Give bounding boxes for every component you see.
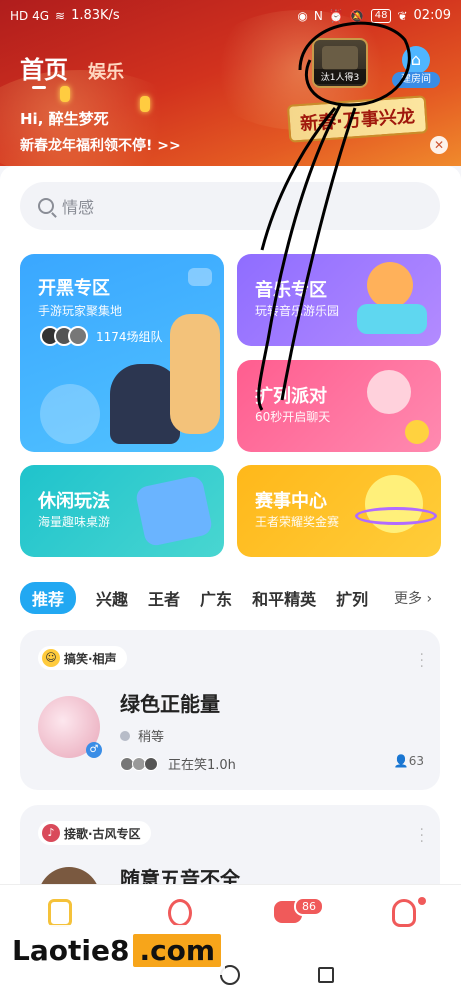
header-banner: HD 4G ≋ 1.83K/s ◉ N ⏰ 🔕 48 ❦ 02:09 首页 娱乐…	[0, 0, 461, 166]
online-count: 👤63	[394, 754, 424, 768]
promo-link[interactable]: 新春龙年福利领不停! >>	[20, 135, 181, 155]
zone-title: 休闲玩法	[38, 491, 110, 512]
avatar	[144, 756, 158, 771]
room-card[interactable]: ☺ 搞笑·相声 · · · ♂ 绿色正能量 稍等 正在笑1.0h 👤63	[20, 630, 440, 790]
lantern-icon	[60, 86, 70, 102]
zone-card-casual[interactable]: 休闲玩法 海量趣味桌游	[20, 465, 224, 557]
music-character-illustration	[367, 262, 413, 308]
wifi-icon: ≋	[55, 8, 66, 23]
party-character-illustration	[367, 370, 411, 414]
smile-emoji-icon: ☺	[42, 649, 60, 667]
more-categories-button[interactable]: 更多 ›	[394, 588, 432, 608]
zone-title: 赛事中心	[255, 491, 327, 512]
greeting: Hi, 醉生梦死	[20, 110, 109, 128]
mute-icon: 🔕	[349, 8, 365, 23]
chevron-right-icon: ›	[426, 591, 433, 607]
search-placeholder: 情感	[62, 198, 95, 217]
room-tag: ♪ 接歌·古风专区	[38, 821, 151, 845]
zone-card-match[interactable]: 赛事中心 王者荣耀奖金赛	[237, 465, 441, 557]
category-tabs: 推荐 兴趣 王者 广东 和平精英 扩列	[20, 582, 388, 614]
guitar-illustration	[357, 304, 427, 334]
zone-card-music[interactable]: 音乐专区 玩转音乐游乐园	[237, 254, 441, 346]
eye-icon: ◉	[297, 8, 308, 23]
house-icon: ⌂	[402, 46, 430, 74]
network-indicator: HD 4G	[10, 8, 50, 23]
room-host: 稍等	[120, 726, 164, 745]
zone-subtitle: 玩转音乐游乐园	[255, 304, 340, 318]
more-label: 更多	[394, 591, 422, 607]
nav-profile[interactable]	[384, 895, 426, 935]
watermark-text: Laotie8	[12, 933, 130, 967]
avatar	[68, 326, 88, 346]
battery-level: 48	[370, 8, 392, 23]
planet-ring-decoration	[355, 507, 437, 525]
close-icon[interactable]: ✕	[430, 136, 448, 154]
alarm-icon: ⏰	[328, 8, 344, 23]
zone-subtitle: 王者荣耀奖金赛	[255, 515, 340, 529]
more-options-icon[interactable]: · · ·	[420, 823, 424, 849]
room-status: 正在笑1.0h	[120, 754, 236, 773]
explore-icon	[168, 899, 192, 927]
tab-home[interactable]: 首页	[20, 50, 68, 89]
nfc-icon: N	[313, 8, 323, 23]
more-options-icon[interactable]: · · ·	[420, 648, 424, 674]
create-room-button[interactable]: ⌂ 建房间	[392, 46, 440, 90]
zone-card-kaihei[interactable]: 开黑专区 手游玩家聚集地 1174场组队	[20, 254, 224, 452]
home-icon	[48, 899, 72, 927]
recent-apps-icon[interactable]	[318, 967, 334, 983]
tab-category-interest[interactable]: 兴趣	[96, 586, 128, 610]
person-icon: 👤	[393, 754, 409, 768]
music-emoji-icon: ♪	[42, 824, 60, 842]
game-character-illustration	[170, 314, 220, 434]
room-title: 绿色正能量	[120, 692, 220, 716]
zone-title: 开黑专区	[38, 278, 110, 299]
game-character-illustration	[40, 384, 100, 444]
tab-entertainment[interactable]: 娱乐	[88, 58, 124, 84]
network-speed: 1.83K/s	[71, 8, 120, 23]
room-status-text: 正在笑1.0h	[168, 758, 236, 773]
nav-messages[interactable]: 86	[268, 895, 324, 935]
host-status-icon	[120, 730, 130, 741]
host-text: 稍等	[138, 730, 165, 745]
zone-subtitle: 海量趣味桌游	[38, 515, 111, 529]
lantern-icon	[140, 96, 150, 112]
zone-subtitle: 手游玩家聚集地	[38, 304, 123, 318]
create-room-label: 建房间	[392, 72, 440, 88]
tab-category-expand[interactable]: 扩列	[336, 586, 368, 610]
watermark-domain: .com	[133, 933, 222, 967]
male-icon: ♂	[86, 742, 102, 758]
team-avatars: 1174场组队	[40, 326, 163, 346]
zone-subtitle: 60秒开启聊天	[255, 410, 331, 424]
notification-dot	[418, 897, 426, 905]
search-input[interactable]: 情感	[20, 182, 440, 230]
watermark: Laotie8 .com	[8, 925, 226, 975]
team-count: 1174场组队	[96, 329, 163, 344]
room-tag: ☺ 搞笑·相声	[38, 646, 127, 670]
status-bar: HD 4G ≋ 1.83K/s ◉ N ⏰ 🔕 48 ❦ 02:09	[0, 0, 461, 32]
zone-title: 扩列派对	[255, 386, 327, 407]
room-tag-label: 搞笑·相声	[64, 651, 117, 666]
zone-title: 音乐专区	[255, 280, 327, 301]
clock: 02:09	[413, 8, 451, 23]
gamepad-icon	[188, 268, 212, 286]
search-icon	[38, 198, 54, 214]
tab-category-recommend[interactable]: 推荐	[20, 582, 77, 614]
room-tag-label: 接歌·古风专区	[64, 826, 141, 841]
game-thumbnail	[322, 46, 358, 70]
game-event-badge[interactable]: 汰1人得3	[312, 38, 368, 88]
leaf-icon: ❦	[397, 8, 408, 23]
online-count-value: 63	[408, 754, 424, 768]
puzzle-icon	[134, 474, 214, 548]
tab-category-honor-of-kings[interactable]: 王者	[148, 586, 180, 610]
game-badge-label: 汰1人得3	[314, 69, 366, 84]
tab-category-peace-elite[interactable]: 和平精英	[252, 586, 316, 610]
emoji-icon	[405, 420, 429, 444]
messages-badge: 86	[294, 897, 324, 916]
zone-card-party[interactable]: 扩列派对 60秒开启聊天	[237, 360, 441, 452]
tab-category-guangdong[interactable]: 广东	[200, 586, 232, 610]
person-icon	[392, 899, 416, 927]
